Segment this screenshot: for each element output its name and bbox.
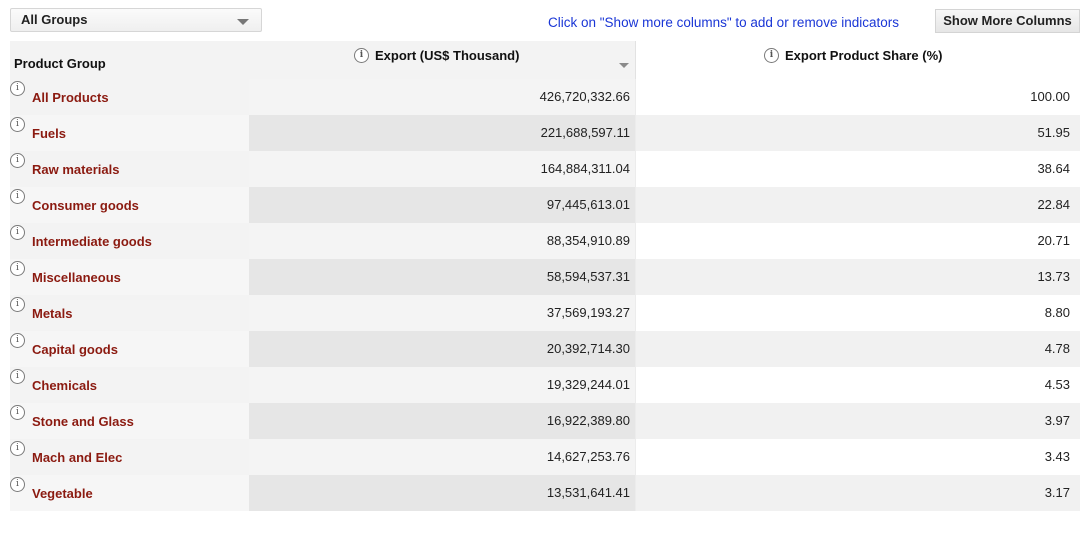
- product-group-cell: i All Products: [10, 79, 249, 115]
- export-value-cell: 88,354,910.89: [249, 223, 635, 259]
- table-row: i Stone and Glass 16,922,389.80 3.97: [10, 403, 1080, 439]
- info-icon[interactable]: i: [10, 153, 25, 168]
- table-row: i All Products 426,720,332.66 100.00: [10, 79, 1080, 115]
- table-row: i Chemicals 19,329,244.01 4.53: [10, 367, 1080, 403]
- product-group-cell: i Vegetable: [10, 475, 249, 511]
- info-icon[interactable]: i: [10, 261, 25, 276]
- product-group-link[interactable]: Fuels: [32, 126, 66, 141]
- group-select[interactable]: All Groups: [10, 8, 262, 32]
- share-value-cell: 13.73: [635, 259, 1080, 295]
- table-row: i Mach and Elec 14,627,253.76 3.43: [10, 439, 1080, 475]
- share-value-cell: 100.00: [635, 79, 1080, 115]
- product-group-link[interactable]: Miscellaneous: [32, 270, 121, 285]
- info-icon[interactable]: i: [354, 48, 369, 63]
- export-value-cell: 164,884,311.04: [249, 151, 635, 187]
- share-value-cell: 51.95: [635, 115, 1080, 151]
- export-value-cell: 19,329,244.01: [249, 367, 635, 403]
- header-share[interactable]: i Export Product Share (%): [635, 41, 1080, 79]
- table-row: i Capital goods 20,392,714.30 4.78: [10, 331, 1080, 367]
- product-group-cell: i Consumer goods: [10, 187, 249, 223]
- product-group-link[interactable]: Mach and Elec: [32, 450, 122, 465]
- columns-hint-text: Click on "Show more columns" to add or r…: [548, 15, 899, 30]
- header-product-group: Product Group: [10, 41, 249, 79]
- product-group-cell: i Mach and Elec: [10, 439, 249, 475]
- export-value-cell: 58,594,537.31: [249, 259, 635, 295]
- table-row: i Miscellaneous 58,594,537.31 13.73: [10, 259, 1080, 295]
- share-value-cell: 22.84: [635, 187, 1080, 223]
- product-group-cell: i Intermediate goods: [10, 223, 249, 259]
- product-group-link[interactable]: All Products: [32, 90, 109, 105]
- export-value-cell: 16,922,389.80: [249, 403, 635, 439]
- product-group-table: Product Group i Export (US$ Thousand) i …: [10, 41, 1080, 511]
- info-icon[interactable]: i: [10, 117, 25, 132]
- info-icon[interactable]: i: [10, 189, 25, 204]
- export-value-cell: 13,531,641.41: [249, 475, 635, 511]
- info-icon[interactable]: i: [10, 405, 25, 420]
- share-value-cell: 3.43: [635, 439, 1080, 475]
- product-group-cell: i Metals: [10, 295, 249, 331]
- info-icon[interactable]: i: [10, 477, 25, 492]
- scroll-fade: [0, 512, 1080, 536]
- share-value-cell: 3.17: [635, 475, 1080, 511]
- share-value-cell: 8.80: [635, 295, 1080, 331]
- table-row: i Vegetable 13,531,641.41 3.17: [10, 475, 1080, 511]
- share-value-cell: 38.64: [635, 151, 1080, 187]
- product-group-cell: i Stone and Glass: [10, 403, 249, 439]
- product-group-cell: i Raw materials: [10, 151, 249, 187]
- share-value-cell: 4.53: [635, 367, 1080, 403]
- header-product-group-label: Product Group: [14, 56, 106, 71]
- header-export-label: Export (US$ Thousand): [375, 48, 520, 63]
- product-group-link[interactable]: Consumer goods: [32, 198, 139, 213]
- product-group-cell: i Capital goods: [10, 331, 249, 367]
- info-icon[interactable]: i: [10, 297, 25, 312]
- product-group-cell: i Miscellaneous: [10, 259, 249, 295]
- product-group-link[interactable]: Chemicals: [32, 378, 97, 393]
- info-icon[interactable]: i: [10, 333, 25, 348]
- export-value-cell: 37,569,193.27: [249, 295, 635, 331]
- table-header: Product Group i Export (US$ Thousand) i …: [10, 41, 1080, 79]
- export-value-cell: 20,392,714.30: [249, 331, 635, 367]
- product-group-cell: i Fuels: [10, 115, 249, 151]
- export-value-cell: 97,445,613.01: [249, 187, 635, 223]
- info-icon[interactable]: i: [10, 225, 25, 240]
- info-icon[interactable]: i: [10, 369, 25, 384]
- info-icon[interactable]: i: [10, 441, 25, 456]
- export-value-cell: 426,720,332.66: [249, 79, 635, 115]
- toolbar: All Groups Click on "Show more columns" …: [0, 0, 1080, 40]
- header-share-label: Export Product Share (%): [785, 48, 943, 63]
- table-row: i Raw materials 164,884,311.04 38.64: [10, 151, 1080, 187]
- header-export[interactable]: i Export (US$ Thousand): [249, 41, 635, 79]
- export-value-cell: 221,688,597.11: [249, 115, 635, 151]
- product-group-link[interactable]: Capital goods: [32, 342, 118, 357]
- product-group-link[interactable]: Intermediate goods: [32, 234, 152, 249]
- table-row: i Intermediate goods 88,354,910.89 20.71: [10, 223, 1080, 259]
- show-more-columns-button[interactable]: Show More Columns: [935, 9, 1080, 33]
- chevron-down-icon: [237, 19, 249, 25]
- info-icon[interactable]: i: [764, 48, 779, 63]
- product-group-link[interactable]: Vegetable: [32, 486, 93, 501]
- product-group-link[interactable]: Raw materials: [32, 162, 119, 177]
- export-value-cell: 14,627,253.76: [249, 439, 635, 475]
- sort-down-icon[interactable]: [619, 63, 629, 68]
- product-group-cell: i Chemicals: [10, 367, 249, 403]
- table-row: i Consumer goods 97,445,613.01 22.84: [10, 187, 1080, 223]
- product-group-link[interactable]: Metals: [32, 306, 72, 321]
- table-body: i All Products 426,720,332.66 100.00 i F…: [10, 79, 1080, 511]
- share-value-cell: 4.78: [635, 331, 1080, 367]
- group-select-value: All Groups: [21, 12, 88, 27]
- share-value-cell: 20.71: [635, 223, 1080, 259]
- share-value-cell: 3.97: [635, 403, 1080, 439]
- table-row: i Fuels 221,688,597.11 51.95: [10, 115, 1080, 151]
- table-row: i Metals 37,569,193.27 8.80: [10, 295, 1080, 331]
- product-group-link[interactable]: Stone and Glass: [32, 414, 134, 429]
- info-icon[interactable]: i: [10, 81, 25, 96]
